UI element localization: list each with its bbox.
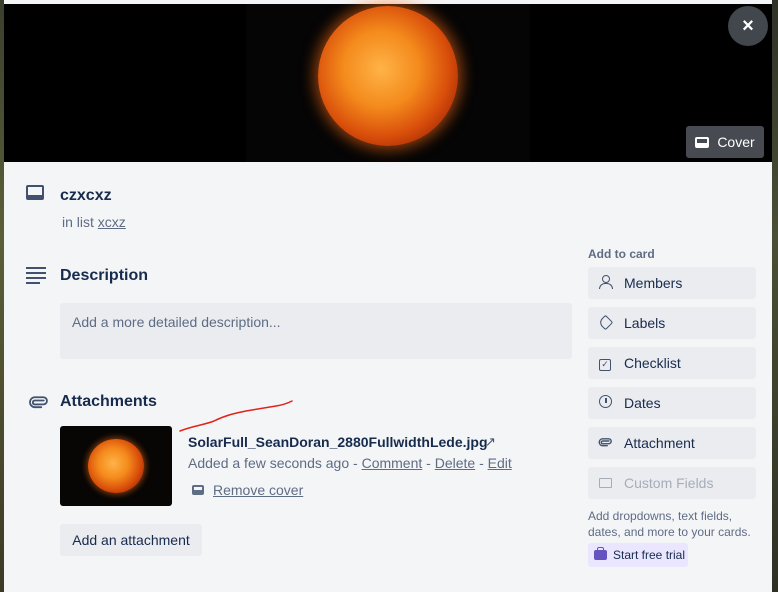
card-title[interactable]: czxcxz	[60, 187, 112, 205]
red-annotation-scribble	[179, 400, 293, 432]
cover-image	[246, 4, 530, 162]
attachment-meta: Added a few seconds ago - Comment - Dele…	[188, 455, 512, 471]
labels-label: Labels	[624, 315, 666, 331]
checklist-button[interactable]: ✓ Checklist	[588, 347, 756, 379]
close-icon[interactable]: ×	[728, 6, 768, 46]
labels-button[interactable]: Labels	[588, 307, 756, 339]
sun-image	[318, 6, 458, 146]
custom-fields-label: Custom Fields	[624, 475, 714, 491]
separator: -	[426, 455, 431, 471]
card-list-info: in list xcxz	[62, 214, 126, 230]
attachment-file-name[interactable]: SolarFull_SeanDoran_2880FullwidthLede.jp…	[188, 434, 488, 450]
card-icon	[26, 185, 46, 201]
clock-icon	[598, 395, 612, 411]
card-cover: Cover	[4, 4, 772, 162]
paperclip-icon	[20, 388, 53, 421]
open-external-icon[interactable]: ↗	[485, 434, 496, 450]
start-free-trial-button[interactable]: Start free trial	[588, 543, 688, 567]
checklist-label: Checklist	[624, 355, 681, 371]
members-button[interactable]: Members	[588, 267, 756, 299]
custom-fields-upsell-text: Add dropdowns, text fields, dates, and m…	[588, 509, 751, 539]
cover-button[interactable]: Cover	[686, 126, 764, 158]
dates-button[interactable]: Dates	[588, 387, 756, 419]
attachment-button[interactable]: Attachment	[588, 427, 756, 459]
board-backdrop-right	[772, 0, 778, 592]
list-name-link[interactable]: xcxz	[98, 214, 126, 230]
attachment-comment-link[interactable]: Comment	[362, 455, 423, 471]
remove-cover-link[interactable]: Remove cover	[192, 482, 303, 498]
custom-fields-button: Custom Fields	[588, 467, 756, 499]
label-icon	[597, 314, 613, 331]
thumbnail-sun-image	[88, 439, 144, 493]
attachment-added-time: Added a few seconds ago	[188, 455, 350, 471]
briefcase-icon	[594, 547, 607, 560]
cover-button-label: Cover	[717, 134, 755, 150]
remove-cover-label: Remove cover	[213, 482, 304, 498]
separator: -	[353, 455, 358, 471]
attachments-title: Attachments	[60, 393, 157, 410]
separator: -	[479, 455, 484, 471]
in-list-prefix: in list	[62, 214, 94, 230]
add-attachment-button[interactable]: Add an attachment	[60, 524, 202, 556]
start-free-trial-label: Start free trial	[613, 548, 686, 562]
description-title: Description	[60, 267, 149, 284]
add-to-card-heading: Add to card	[588, 247, 655, 261]
attachment-thumbnail[interactable]	[60, 426, 172, 506]
card-detail-modal: Cover czxcxz in list xcxz Description Ad…	[4, 0, 772, 592]
card-cover-icon	[192, 485, 204, 495]
description-icon	[26, 267, 46, 284]
paperclip-icon	[598, 435, 612, 452]
description-input[interactable]: Add a more detailed description...	[60, 303, 572, 359]
checklist-icon: ✓	[598, 355, 612, 371]
custom-fields-icon	[598, 476, 612, 491]
attachment-delete-link[interactable]: Delete	[435, 455, 475, 471]
members-label: Members	[624, 275, 683, 291]
dates-label: Dates	[624, 395, 661, 411]
member-icon	[598, 275, 613, 291]
attachment-label: Attachment	[624, 435, 695, 451]
card-cover-icon	[695, 136, 710, 148]
attachment-edit-link[interactable]: Edit	[488, 455, 512, 471]
